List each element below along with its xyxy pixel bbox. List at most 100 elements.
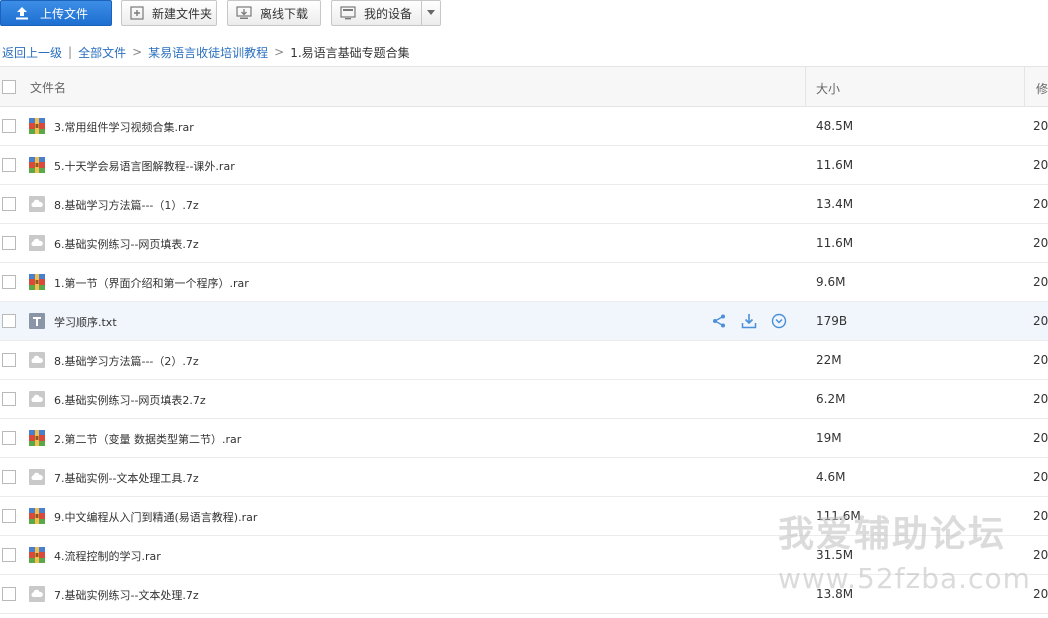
table-row[interactable]: 学习顺序.txt 179B 20 (0, 302, 1048, 341)
file-size: 9.6M (816, 275, 846, 289)
row-checkbox[interactable] (2, 353, 16, 367)
file-modified-date: 20 (1033, 509, 1048, 523)
7z-archive-icon (29, 391, 45, 407)
device-icon (340, 6, 356, 20)
row-checkbox[interactable] (2, 392, 16, 406)
file-name-link[interactable]: 学习顺序.txt (54, 314, 117, 330)
file-modified-date: 20 (1033, 119, 1048, 133)
upload-icon (14, 5, 30, 21)
file-name-link[interactable]: 7.基础实例--文本处理工具.7z (54, 470, 199, 486)
share-icon[interactable] (711, 313, 727, 329)
file-size: 31.5M (816, 548, 854, 562)
7z-archive-icon (29, 469, 45, 485)
new-folder-label: 新建文件夹 (152, 6, 213, 21)
file-name-link[interactable]: 5.十天学会易语言图解教程--课外.rar (54, 158, 235, 174)
row-checkbox[interactable] (2, 275, 16, 289)
row-checkbox[interactable] (2, 548, 16, 562)
file-name-link[interactable]: 3.常用组件学习视频合集.rar (54, 119, 194, 135)
table-row[interactable]: 7.基础实例--文本处理工具.7z 4.6M 20 (0, 458, 1048, 497)
file-modified-date: 20 (1033, 392, 1048, 406)
back-link[interactable]: 返回上一级 (2, 44, 62, 61)
more-options-icon[interactable] (771, 313, 787, 329)
all-files-link[interactable]: 全部文件 (78, 44, 126, 61)
rar-archive-icon (29, 118, 45, 134)
table-row[interactable]: 5.十天学会易语言图解教程--课外.rar 11.6M 20 (0, 146, 1048, 185)
row-checkbox[interactable] (2, 197, 16, 211)
file-modified-date: 20 (1033, 158, 1048, 172)
file-modified-date: 20 (1033, 197, 1048, 211)
file-size: 179B (816, 314, 848, 328)
row-checkbox[interactable] (2, 119, 16, 133)
rar-archive-icon (29, 157, 45, 173)
row-checkbox[interactable] (2, 314, 16, 328)
rar-archive-icon (29, 508, 45, 524)
new-folder-icon (130, 6, 144, 20)
file-size: 13.4M (816, 197, 854, 211)
column-divider[interactable] (805, 67, 806, 107)
download-icon[interactable] (741, 313, 757, 329)
breadcrumb-arrow: > (274, 45, 285, 59)
file-modified-date: 20 (1033, 587, 1048, 601)
file-modified-date: 20 (1033, 548, 1048, 562)
file-modified-date: 20 (1033, 353, 1048, 367)
offline-download-label: 离线下载 (260, 6, 309, 21)
row-checkbox[interactable] (2, 587, 16, 601)
7z-archive-icon (29, 235, 45, 251)
breadcrumb: 返回上一级 | 全部文件 > 某易语言收徒培训教程 > 1.易语言基础专题合集 (2, 43, 410, 61)
table-row[interactable]: 8.基础学习方法篇---（1）.7z 13.4M 20 (0, 185, 1048, 224)
offline-download-icon (236, 6, 252, 20)
table-row[interactable]: 9.中文编程从入门到精通(易语言教程).rar 111.6M 20 (0, 497, 1048, 536)
upload-button[interactable]: 上传文件 (0, 0, 112, 26)
row-checkbox[interactable] (2, 431, 16, 445)
table-row[interactable]: 2.第二节（变量 数据类型第二节）.rar 19M 20 (0, 419, 1048, 458)
new-folder-button[interactable]: 新建文件夹 (121, 0, 217, 26)
table-row[interactable]: 8.基础学习方法篇---（2）.7z 22M 20 (0, 341, 1048, 380)
table-row[interactable]: 3.常用组件学习视频合集.rar 48.5M 20 (0, 107, 1048, 146)
rar-archive-icon (29, 547, 45, 563)
parent-folder-link[interactable]: 某易语言收徒培训教程 (148, 44, 268, 61)
current-folder: 1.易语言基础专题合集 (290, 45, 410, 60)
row-checkbox[interactable] (2, 236, 16, 250)
row-checkbox[interactable] (2, 509, 16, 523)
file-name-link[interactable]: 1.第一节（界面介绍和第一个程序）.rar (54, 275, 249, 291)
file-size: 6.2M (816, 392, 846, 406)
file-name-link[interactable]: 8.基础学习方法篇---（1）.7z (54, 197, 199, 213)
file-size: 19M (816, 431, 842, 445)
file-list: 3.常用组件学习视频合集.rar 48.5M 20 5.十天学会易语言图解教程--课外… (0, 107, 1048, 614)
file-size: 48.5M (816, 119, 854, 133)
table-row[interactable]: 4.流程控制的学习.rar 31.5M 20 (0, 536, 1048, 575)
column-divider[interactable] (1024, 67, 1025, 107)
table-row[interactable]: 1.第一节（界面介绍和第一个程序）.rar 9.6M 20 (0, 263, 1048, 302)
my-device-button[interactable]: 我的设备 (331, 0, 441, 26)
row-checkbox[interactable] (2, 470, 16, 484)
file-name-link[interactable]: 7.基础实例练习--文本处理.7z (54, 587, 199, 603)
file-name-link[interactable]: 8.基础学习方法篇---（2）.7z (54, 353, 199, 369)
file-name-link[interactable]: 6.基础实例练习--网页填表.7z (54, 236, 199, 252)
breadcrumb-arrow: > (132, 45, 143, 59)
file-size: 111.6M (816, 509, 861, 523)
offline-download-button[interactable]: 离线下载 (227, 0, 321, 26)
file-name-link[interactable]: 6.基础实例练习--网页填表2.7z (54, 392, 206, 408)
7z-archive-icon (29, 196, 45, 212)
toolbar: 上传文件 新建文件夹 离线下载 我的设备 (0, 0, 1048, 30)
table-row[interactable]: 6.基础实例练习--网页填表2.7z 6.2M 20 (0, 380, 1048, 419)
file-size: 4.6M (816, 470, 846, 484)
chevron-down-icon[interactable] (421, 1, 440, 25)
table-row[interactable]: 6.基础实例练习--网页填表.7z 11.6M 20 (0, 224, 1048, 263)
column-header-date[interactable]: 修 (1036, 80, 1048, 97)
row-checkbox[interactable] (2, 158, 16, 172)
column-header-name[interactable]: 文件名 (30, 79, 66, 96)
file-modified-date: 20 (1033, 314, 1048, 328)
file-name-link[interactable]: 9.中文编程从入门到精通(易语言教程).rar (54, 509, 257, 525)
table-row[interactable]: 7.基础实例练习--文本处理.7z 13.8M 20 (0, 575, 1048, 614)
file-modified-date: 20 (1033, 275, 1048, 289)
file-size: 13.8M (816, 587, 854, 601)
column-header-size[interactable]: 大小 (816, 80, 840, 97)
select-all-checkbox[interactable] (2, 80, 16, 94)
file-size: 11.6M (816, 158, 854, 172)
my-device-label: 我的设备 (364, 6, 413, 21)
file-name-link[interactable]: 2.第二节（变量 数据类型第二节）.rar (54, 431, 241, 447)
text-file-icon (29, 313, 45, 329)
file-size: 22M (816, 353, 842, 367)
file-name-link[interactable]: 4.流程控制的学习.rar (54, 548, 161, 564)
